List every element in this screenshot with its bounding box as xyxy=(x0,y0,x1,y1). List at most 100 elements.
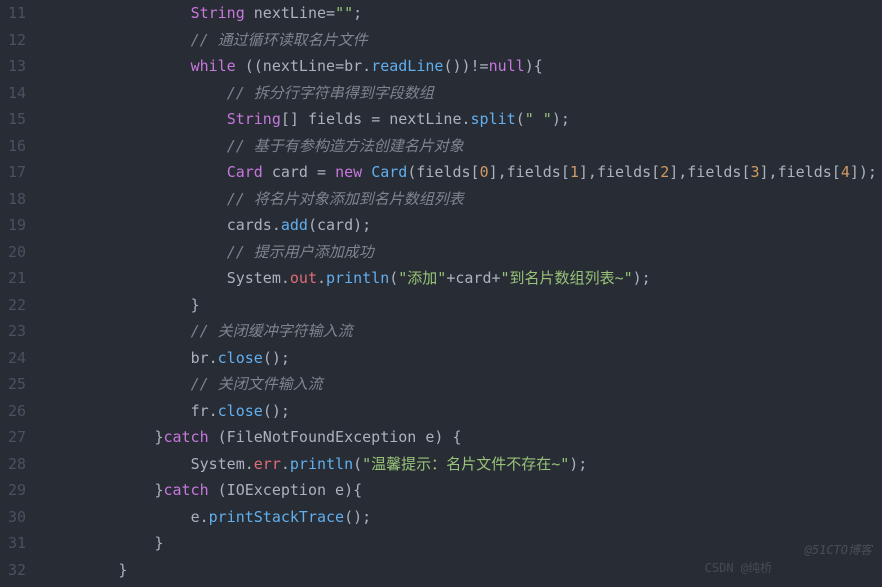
line-number: 12 xyxy=(8,27,26,54)
line-number: 26 xyxy=(8,398,26,425)
token-mtd: close xyxy=(218,402,263,420)
code-line[interactable]: // 关闭文件输入流 xyxy=(46,371,882,398)
token-kw: while xyxy=(191,57,236,75)
line-number: 17 xyxy=(8,159,26,186)
code-line[interactable]: fr.close(); xyxy=(46,398,882,425)
line-number: 27 xyxy=(8,424,26,451)
token-pln: ){ xyxy=(525,57,543,75)
token-pln: ( xyxy=(389,269,398,287)
token-op: != xyxy=(471,57,489,75)
token-pln: (); xyxy=(263,402,290,420)
token-op: + xyxy=(492,269,501,287)
code-line[interactable]: } xyxy=(46,530,882,557)
line-number: 22 xyxy=(8,292,26,319)
code-line[interactable]: }catch (FileNotFoundException e) { xyxy=(46,424,882,451)
code-line[interactable]: String nextLine=""; xyxy=(46,0,882,27)
token-pln: (IOException e){ xyxy=(209,481,363,499)
token-mtd: add xyxy=(281,216,308,234)
code-line[interactable]: // 通过循环读取名片文件 xyxy=(46,27,882,54)
token-pln: ( xyxy=(353,455,362,473)
token-pln: ],fields[ xyxy=(579,163,660,181)
token-pln: (); xyxy=(263,349,290,367)
token-cmt: // 关闭缓冲字符输入流 xyxy=(191,322,353,340)
code-line[interactable]: while ((nextLine=br.readLine())!=null){ xyxy=(46,53,882,80)
token-cmt: // 通过循环读取名片文件 xyxy=(191,31,368,49)
token-cmt: // 提示用户添加成功 xyxy=(227,243,374,261)
line-number: 18 xyxy=(8,186,26,213)
token-op: ; xyxy=(353,4,362,22)
token-pln: br. xyxy=(344,57,371,75)
token-pln: card xyxy=(455,269,491,287)
token-mtd: split xyxy=(471,110,516,128)
token-pln: ]); xyxy=(850,163,877,181)
line-number: 14 xyxy=(8,80,26,107)
code-line[interactable]: String[] fields = nextLine.split(" "); xyxy=(46,106,882,133)
code-line[interactable]: br.close(); xyxy=(46,345,882,372)
token-pln: ],fields[ xyxy=(489,163,570,181)
token-pln: (fields[ xyxy=(407,163,479,181)
token-pln: nextLine xyxy=(245,4,326,22)
code-line[interactable]: // 拆分行字符串得到字段数组 xyxy=(46,80,882,107)
token-op: = xyxy=(371,110,389,128)
token-str: "" xyxy=(335,4,353,22)
code-line[interactable]: System.out.println("添加"+card+"到名片数组列表~")… xyxy=(46,265,882,292)
token-op: = xyxy=(317,163,335,181)
token-cmt: // 将名片对象添加到名片数组列表 xyxy=(227,190,464,208)
token-mtd: close xyxy=(218,349,263,367)
token-pln: ()) xyxy=(443,57,470,75)
token-mtd: println xyxy=(326,269,389,287)
line-number: 32 xyxy=(8,557,26,584)
token-pln: ); xyxy=(552,110,570,128)
token-pln: br. xyxy=(191,349,218,367)
token-str: "温馨提示：名片文件不存在~" xyxy=(362,455,569,473)
code-line[interactable]: // 提示用户添加成功 xyxy=(46,239,882,266)
token-pln: System. xyxy=(191,455,254,473)
token-typ: String xyxy=(227,110,281,128)
code-line[interactable]: // 基于有参构造方法创建名片对象 xyxy=(46,133,882,160)
code-line[interactable]: // 关闭缓冲字符输入流 xyxy=(46,318,882,345)
code-editor[interactable]: 1112131415161718192021222324252627282930… xyxy=(0,0,882,587)
token-cmt: // 关闭文件输入流 xyxy=(191,375,323,393)
token-kw: null xyxy=(489,57,525,75)
line-number: 30 xyxy=(8,504,26,531)
code-line[interactable]: Card card = new Card(fields[0],fields[1]… xyxy=(46,159,882,186)
token-str: " " xyxy=(525,110,552,128)
token-cmt: // 拆分行字符串得到字段数组 xyxy=(227,84,434,102)
token-pln: System. xyxy=(227,269,290,287)
token-num: 3 xyxy=(751,163,760,181)
token-op: = xyxy=(335,57,344,75)
token-pln: . xyxy=(281,455,290,473)
code-line[interactable]: // 将名片对象添加到名片数组列表 xyxy=(46,186,882,213)
token-pln: ],fields[ xyxy=(669,163,750,181)
code-line[interactable]: System.err.println("温馨提示：名片文件不存在~"); xyxy=(46,451,882,478)
token-str: "到名片数组列表~" xyxy=(501,269,633,287)
code-line[interactable]: cards.add(card); xyxy=(46,212,882,239)
line-number: 21 xyxy=(8,265,26,292)
token-kw: new xyxy=(335,163,362,181)
line-number: 16 xyxy=(8,133,26,160)
token-kw: catch xyxy=(163,481,208,499)
code-line[interactable]: e.printStackTrace(); xyxy=(46,504,882,531)
line-number: 19 xyxy=(8,212,26,239)
line-number: 24 xyxy=(8,345,26,372)
line-number-gutter: 1112131415161718192021222324252627282930… xyxy=(0,0,42,587)
token-pln: ); xyxy=(569,455,587,473)
code-line[interactable]: }catch (IOException e){ xyxy=(46,477,882,504)
token-num: 4 xyxy=(841,163,850,181)
token-mtd: printStackTrace xyxy=(209,508,344,526)
watermark-51cto: @51CTO博客 xyxy=(805,537,872,564)
token-pln: } xyxy=(191,296,200,314)
token-pln: [] fields xyxy=(281,110,371,128)
token-pln: } xyxy=(118,561,127,579)
code-line[interactable]: } xyxy=(46,292,882,319)
token-pln: (); xyxy=(344,508,371,526)
code-area[interactable]: String nextLine=""; // 通过循环读取名片文件 while … xyxy=(42,0,882,587)
token-pln: ((nextLine xyxy=(236,57,335,75)
token-var: err xyxy=(254,455,281,473)
token-pln: nextLine. xyxy=(389,110,470,128)
token-num: 1 xyxy=(570,163,579,181)
token-pln: ],fields[ xyxy=(760,163,841,181)
token-pln: (FileNotFoundException e) { xyxy=(209,428,462,446)
line-number: 11 xyxy=(8,0,26,27)
token-cmt: // 基于有参构造方法创建名片对象 xyxy=(227,137,464,155)
